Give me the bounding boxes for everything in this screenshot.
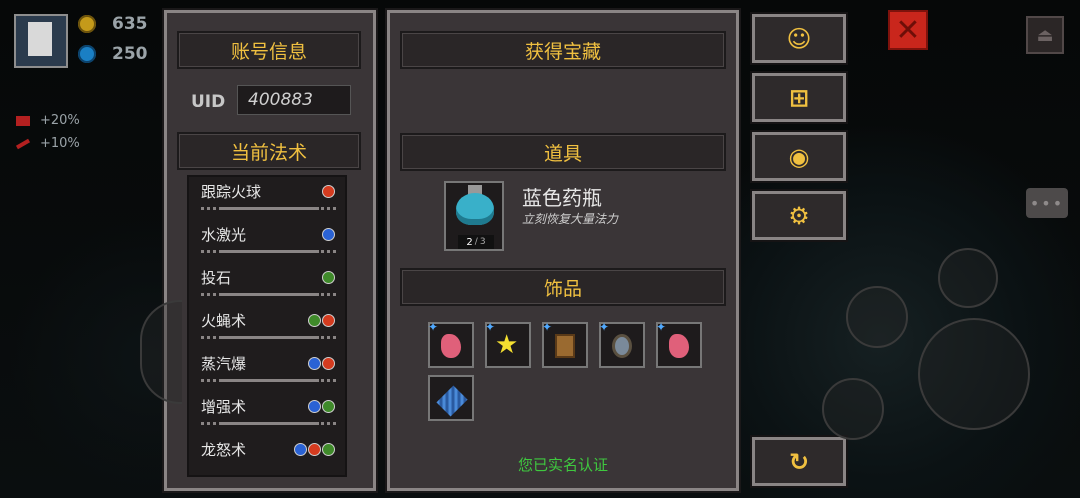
refresh-icon: ↻ (788, 447, 810, 476)
code-button[interactable]: ◉ (752, 132, 846, 181)
accessories-title: 饰品 (400, 268, 726, 306)
star-icon: ★ (495, 330, 519, 360)
spell-name: 火蝇术 (201, 312, 247, 330)
divider (201, 422, 337, 425)
account-panel: 账号信息 UID 400883 当前法术 跟踪火球 水激光 投石 火蝇术 蒸汽爆 (164, 10, 376, 491)
spell-name: 蒸汽爆 (201, 355, 247, 373)
support-button[interactable]: ☺ (752, 14, 846, 63)
exit-button[interactable]: ⏏ (1026, 16, 1064, 54)
water-element-icon (294, 443, 307, 456)
realname-status: 您已实名认证 (517, 456, 608, 474)
buff-attack: +10% (15, 136, 80, 151)
refresh-button[interactable]: ↻ (752, 437, 846, 486)
gold-value: 635 (112, 14, 148, 34)
buff-attack-text: +10% (40, 136, 80, 151)
potion-count: 2 / 3 (458, 235, 494, 249)
fire-element-icon (308, 443, 321, 456)
blue-potion-slot[interactable]: 2 / 3 (444, 181, 504, 251)
chat-icon: ••• (1029, 193, 1065, 213)
pink-crystal-icon (669, 334, 689, 358)
scroll-icon (555, 334, 575, 358)
spell-item[interactable]: 投石 (189, 263, 345, 306)
blue-potion-icon (456, 193, 494, 225)
treasure-panel: 获得宝藏 道具 2 / 3 蓝色药瓶 立刻恢复大量法力 饰品 ✦ ✦ ★ ✦ ✦… (387, 10, 739, 491)
divider (201, 250, 337, 253)
uid-label: UID (191, 92, 226, 112)
gem-value: 250 (112, 44, 148, 64)
props-title: 道具 (400, 133, 726, 171)
water-skill-button[interactable] (822, 378, 884, 440)
earth-element-icon (322, 443, 335, 456)
gold-coin-icon (78, 15, 96, 33)
earth-element-icon (322, 271, 335, 284)
potion-count-max: 3 (479, 237, 486, 247)
accessory-slot[interactable]: ✦ (428, 320, 474, 368)
spell-list[interactable]: 跟踪火球 水激光 投石 火蝇术 蒸汽爆 增强术 龙怒术 (187, 175, 347, 477)
headset-icon: ☺ (786, 24, 812, 53)
necklace-icon (612, 334, 632, 358)
spell-item[interactable]: 蒸汽爆 (189, 349, 345, 392)
gem-counter: 250 (78, 42, 158, 66)
mask-icon: ◉ (788, 142, 810, 171)
blue-gem-icon (78, 45, 96, 63)
treasure-title: 获得宝藏 (400, 31, 726, 69)
buff-health: +20% (16, 113, 80, 128)
spell-name: 投石 (201, 269, 232, 287)
spell-item[interactable]: 龙怒术 (189, 435, 345, 478)
water-element-icon (308, 357, 321, 370)
close-icon: ✕ (895, 12, 921, 48)
spell-item[interactable]: 增强术 (189, 392, 345, 435)
fire-element-icon (322, 185, 335, 198)
accessory-slot[interactable] (428, 375, 474, 421)
spell-item[interactable]: 水激光 (189, 220, 345, 263)
accessory-slot[interactable]: ✦ ★ (485, 320, 531, 368)
gift-icon: ⊞ (788, 83, 810, 112)
divider (201, 207, 337, 210)
gold-counter: 635 (78, 12, 158, 36)
earth-element-icon (322, 400, 335, 413)
fire-element-icon (322, 314, 335, 327)
spell-item[interactable]: 跟踪火球 (189, 177, 345, 220)
spell-name: 水激光 (201, 226, 247, 244)
divider (201, 336, 337, 339)
exit-icon: ⏏ (1036, 24, 1054, 46)
water-element-icon (308, 400, 321, 413)
gear-icon: ⚙ (788, 201, 810, 230)
water-element-icon (322, 228, 335, 241)
account-title: 账号信息 (177, 31, 361, 69)
spell-name: 跟踪火球 (201, 183, 262, 201)
divider (201, 379, 337, 382)
potion-description: 立刻恢复大量法力 (522, 212, 619, 226)
gift-button[interactable]: ⊞ (752, 73, 846, 122)
spell-item[interactable]: 火蝇术 (189, 306, 345, 349)
potion-name: 蓝色药瓶 (522, 186, 602, 210)
spell-name: 增强术 (201, 398, 247, 416)
spell-name: 龙怒术 (201, 441, 247, 459)
earth-element-icon (308, 314, 321, 327)
heart-icon (16, 115, 30, 126)
fire-element-icon (322, 357, 335, 370)
divider (201, 293, 337, 296)
skill-button[interactable] (938, 248, 998, 308)
close-button[interactable]: ✕ (888, 10, 928, 50)
blue-net-icon (436, 385, 468, 417)
accessory-slot[interactable]: ✦ (656, 320, 702, 368)
spells-title: 当前法术 (177, 132, 361, 170)
settings-button[interactable]: ⚙ (752, 191, 846, 240)
chat-button[interactable]: ••• (1026, 188, 1068, 218)
potion-count-current: 2 (466, 236, 473, 248)
uid-value: 400883 (237, 85, 351, 115)
accessory-slot[interactable]: ✦ (599, 320, 645, 368)
fire-skill-button[interactable] (846, 286, 908, 348)
sword-icon (15, 138, 31, 149)
accessory-slot[interactable]: ✦ (542, 320, 588, 368)
player-avatar[interactable] (14, 14, 68, 68)
buff-health-text: +20% (40, 113, 80, 128)
attack-joystick[interactable] (918, 318, 1030, 430)
pink-crystal-icon (441, 334, 461, 358)
